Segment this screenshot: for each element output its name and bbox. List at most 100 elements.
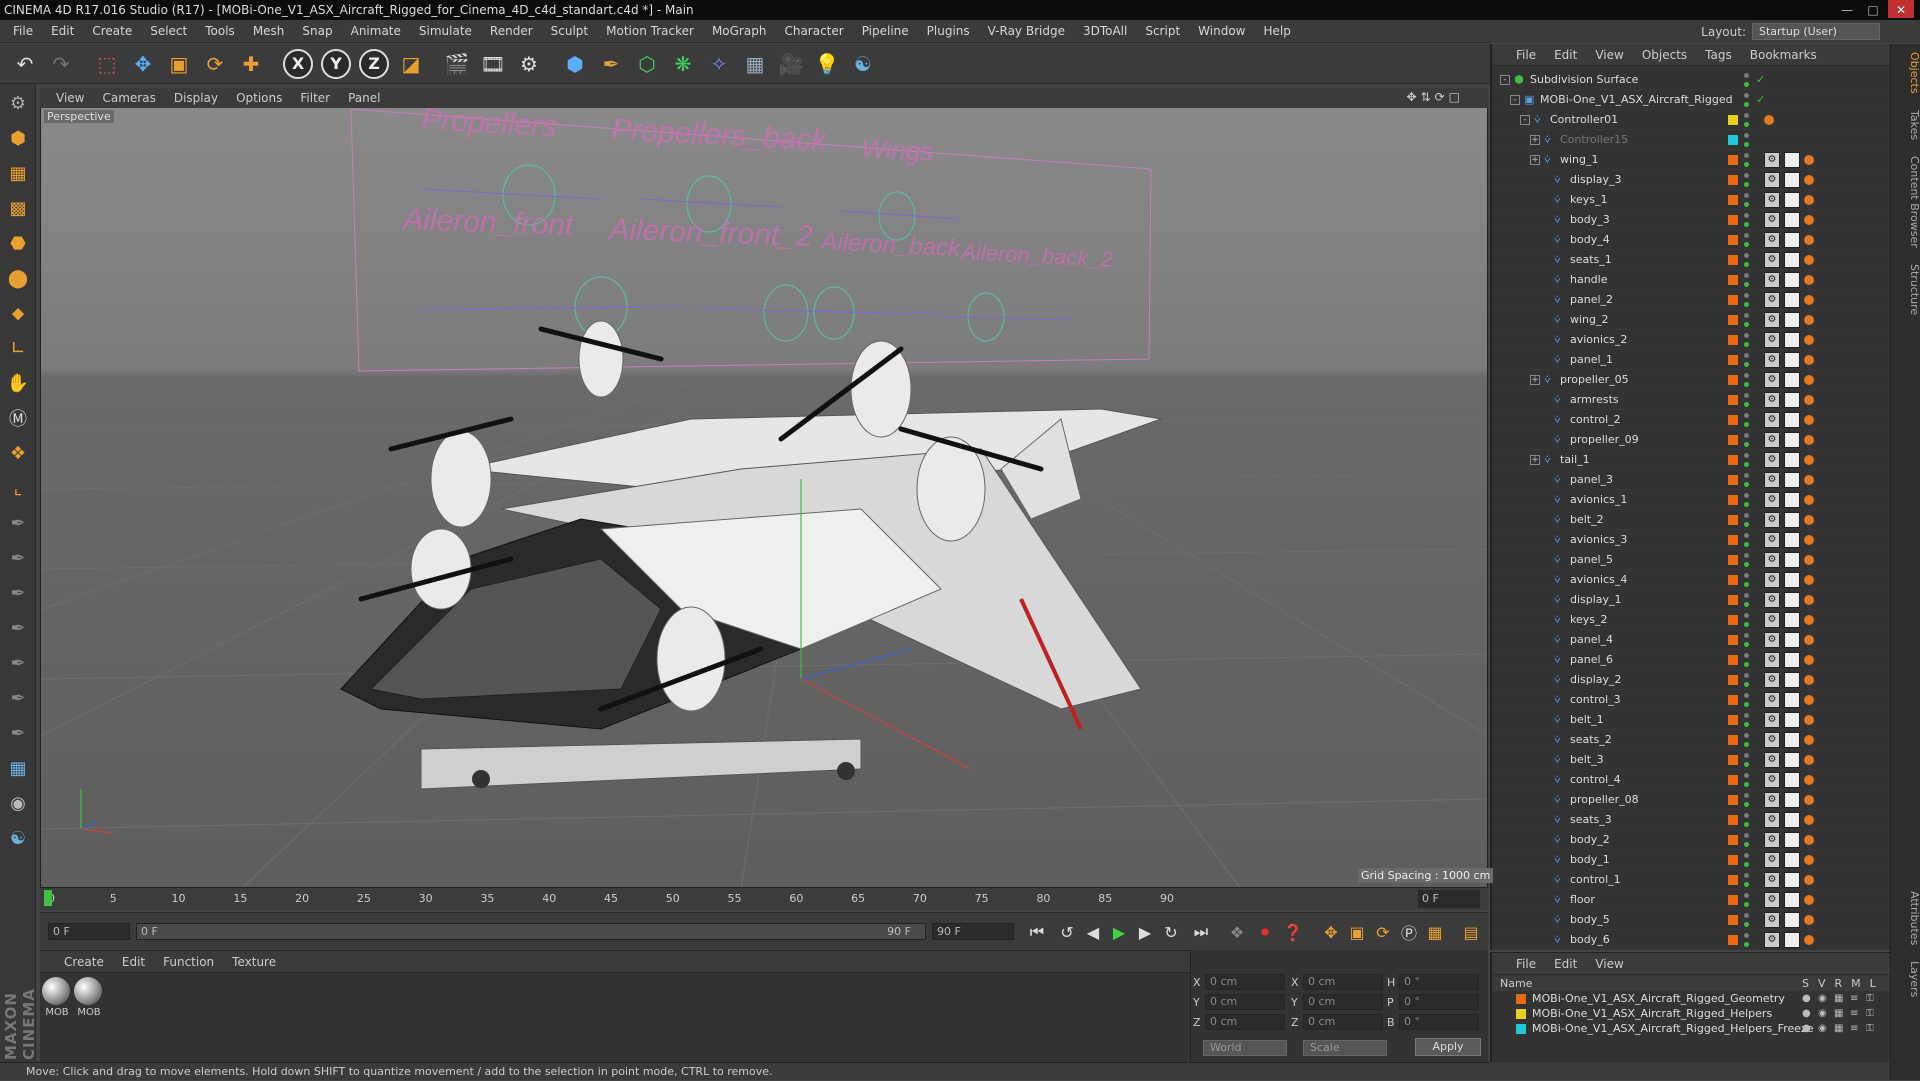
layer-color-swatch[interactable] <box>1728 394 1738 405</box>
tweak-mode-icon[interactable]: ✋ <box>2 367 34 399</box>
object-row[interactable]: ⩒ panel_5 ⚙ <box>1492 550 1884 570</box>
texture-tag-icon[interactable] <box>1784 651 1800 668</box>
layer-color-swatch[interactable] <box>1728 514 1738 525</box>
visibility-dots[interactable] <box>1744 732 1750 747</box>
motion-record-icon[interactable]: ❖ <box>1224 919 1250 945</box>
layer-color-swatch[interactable] <box>1728 794 1738 805</box>
constraint-tag-icon[interactable]: ⚙ <box>1764 231 1780 248</box>
solo-icon[interactable]: ● <box>1802 1008 1811 1019</box>
object-row[interactable]: + ⩒ propeller_05 ⚙ <box>1492 370 1884 390</box>
constraint-tag-icon[interactable]: ⚙ <box>1764 511 1780 528</box>
menu-sculpt[interactable]: Sculpt <box>542 24 597 38</box>
constraint-tag-icon[interactable]: ⚙ <box>1764 291 1780 308</box>
light-icon[interactable]: 💡 <box>810 47 844 81</box>
side-tab-structure[interactable]: Structure <box>1891 256 1920 323</box>
object-row[interactable]: - ⩒ Controller01 <box>1492 110 1884 130</box>
visibility-dots[interactable] <box>1744 332 1750 347</box>
constraint-tag-icon[interactable]: ⚙ <box>1764 251 1780 268</box>
enabled-check-icon[interactable]: ✓ <box>1756 93 1765 106</box>
texture-tag-icon[interactable] <box>1784 831 1800 848</box>
texture-tag-icon[interactable] <box>1784 411 1800 428</box>
key-pla-icon[interactable]: ▦ <box>1422 919 1448 945</box>
selection-tag-icon[interactable] <box>1804 474 1814 485</box>
z-axis-lock-icon[interactable]: Z <box>359 48 389 79</box>
menu-tools[interactable]: Tools <box>196 24 244 38</box>
layer-color-swatch[interactable] <box>1728 314 1738 325</box>
visibility-dots[interactable] <box>1744 72 1750 87</box>
viewport-navigation-icons[interactable]: ✥⇅⟳□ <box>1406 90 1464 104</box>
layer-color-swatch[interactable] <box>1728 494 1738 505</box>
object-row[interactable]: ⩒ seats_3 ⚙ <box>1492 810 1884 830</box>
object-row[interactable]: ⩒ propeller_09 ⚙ <box>1492 430 1884 450</box>
texture-tag-icon[interactable] <box>1784 191 1800 208</box>
selection-tag-icon[interactable] <box>1804 854 1814 865</box>
constraint-tag-icon[interactable]: ⚙ <box>1764 191 1780 208</box>
constraint-tag-icon[interactable]: ⚙ <box>1764 691 1780 708</box>
visibility-dots[interactable] <box>1744 912 1750 927</box>
layer-row[interactable]: MOBi-One_V1_ASX_Aircraft_Rigged_Geometry… <box>1492 991 1890 1006</box>
object-row[interactable]: - ⬢ Subdivision Surface ✓ <box>1492 70 1884 90</box>
visibility-dots[interactable] <box>1744 612 1750 627</box>
visibility-dots[interactable] <box>1744 292 1750 307</box>
visibility-dots[interactable] <box>1744 932 1750 947</box>
visibility-dots[interactable] <box>1744 312 1750 327</box>
texture-tag-icon[interactable] <box>1784 811 1800 828</box>
lock-icon[interactable]: ⚿ <box>1866 993 1874 1004</box>
sculpt-flatten-icon[interactable]: ✒ <box>2 612 34 644</box>
object-row[interactable]: ⩒ body_3 ⚙ <box>1492 210 1884 230</box>
y-axis-lock-icon[interactable]: Y <box>321 48 351 79</box>
floor-scene-icon[interactable]: ▦ <box>738 47 772 81</box>
side-tab-attributes[interactable]: Attributes <box>1891 883 1920 953</box>
size-mode-dropdown[interactable]: Scale <box>1303 1040 1387 1056</box>
visibility-dots[interactable] <box>1744 192 1750 207</box>
visibility-dots[interactable] <box>1744 232 1750 247</box>
visibility-dots[interactable] <box>1744 632 1750 647</box>
close-icon[interactable]: ✕ <box>1888 0 1914 18</box>
constraint-tag-icon[interactable]: ⚙ <box>1764 631 1780 648</box>
python-script-icon[interactable]: ☯ <box>846 47 880 81</box>
visibility-dots[interactable] <box>1744 412 1750 427</box>
viewport-menu-display[interactable]: Display <box>174 91 218 105</box>
constraint-tag-icon[interactable]: ⚙ <box>1764 551 1780 568</box>
texture-tag-icon[interactable] <box>1784 331 1800 348</box>
object-row[interactable]: ⩒ belt_3 ⚙ <box>1492 750 1884 770</box>
visibility-dots[interactable] <box>1744 512 1750 527</box>
layer-color-swatch[interactable] <box>1728 534 1738 545</box>
object-row[interactable]: ⩒ body_6 ⚙ <box>1492 930 1884 948</box>
object-row[interactable]: ⩒ propeller_08 ⚙ <box>1492 790 1884 810</box>
live-selection-icon[interactable]: ⬚ <box>90 47 124 81</box>
menu-window[interactable]: Window <box>1189 24 1254 38</box>
texture-tag-icon[interactable] <box>1784 311 1800 328</box>
visibility-dots[interactable] <box>1744 112 1750 127</box>
axis-mode-icon[interactable]: ∟ <box>2 332 34 364</box>
menu-simulate[interactable]: Simulate <box>410 24 481 38</box>
layer-color-swatch[interactable] <box>1728 174 1738 185</box>
visibility-dots[interactable] <box>1744 772 1750 787</box>
layer-row[interactable]: MOBi-One_V1_ASX_Aircraft_Rigged_Helpers ●… <box>1492 1006 1890 1021</box>
texture-tag-icon[interactable] <box>1784 271 1800 288</box>
enabled-check-icon[interactable]: ✓ <box>1756 73 1765 86</box>
object-row[interactable]: + ⩒ Controller15 <box>1492 130 1884 150</box>
manager-icon[interactable]: ≡ <box>1850 1008 1858 1019</box>
texture-tag-icon[interactable] <box>1784 671 1800 688</box>
selection-tag-icon[interactable] <box>1804 774 1814 785</box>
texture-tag-icon[interactable] <box>1784 511 1800 528</box>
apply-button[interactable]: Apply <box>1415 1038 1481 1056</box>
texture-tag-icon[interactable] <box>1784 171 1800 188</box>
multi-transform-icon[interactable]: ✚ <box>234 47 268 81</box>
layer-color-swatch[interactable] <box>1728 334 1738 345</box>
menu-character[interactable]: Character <box>775 24 852 38</box>
rotate-tool-icon[interactable]: ⟳ <box>198 47 232 81</box>
visibility-dots[interactable] <box>1744 712 1750 727</box>
layer-color-swatch[interactable] <box>1728 154 1738 165</box>
selection-tag-icon[interactable] <box>1804 894 1814 905</box>
object-row[interactable]: ⩒ body_1 ⚙ <box>1492 850 1884 870</box>
object-row[interactable]: ⩒ seats_2 ⚙ <box>1492 730 1884 750</box>
layer-color-swatch[interactable] <box>1728 874 1738 885</box>
menu-snap[interactable]: Snap <box>293 24 341 38</box>
make-editable-icon[interactable]: ⚙ <box>2 87 34 119</box>
side-tab-layers[interactable]: Layers <box>1891 953 1920 1005</box>
menu-select[interactable]: Select <box>141 24 196 38</box>
object-row[interactable]: ⩒ keys_1 ⚙ <box>1492 190 1884 210</box>
selection-tag-icon[interactable] <box>1804 214 1814 225</box>
